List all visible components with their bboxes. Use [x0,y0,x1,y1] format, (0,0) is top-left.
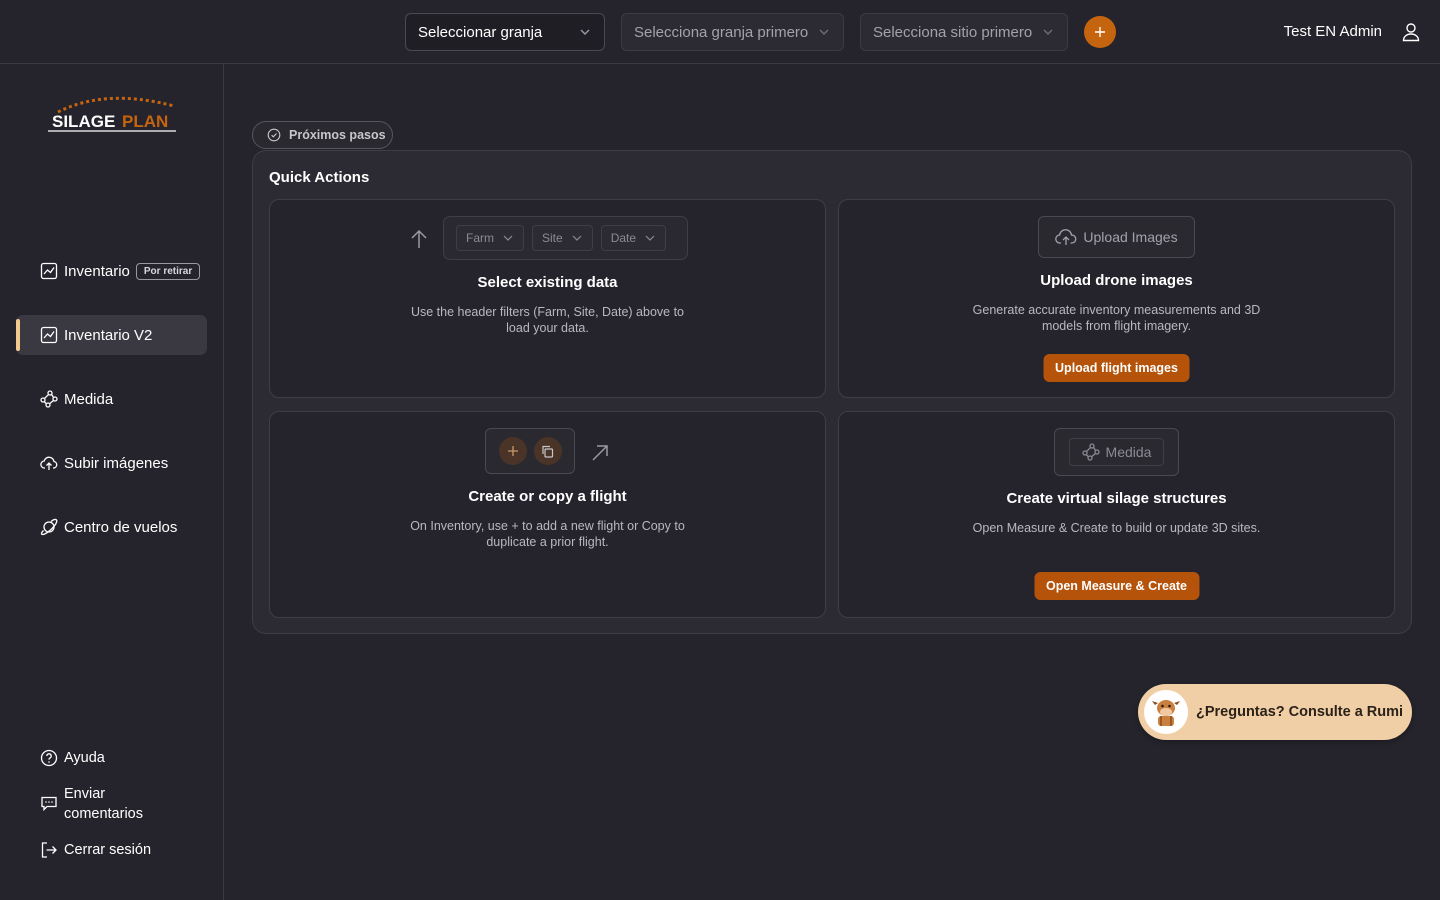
sidebar-item-inventario[interactable]: Inventario Por retirar [16,251,207,291]
logo-text-silage: SILAGE [52,112,115,131]
chart-icon [40,262,58,280]
user-icon[interactable] [1400,21,1422,43]
chevron-down-icon [503,235,513,241]
sidebar-item-subir-imagenes[interactable]: Subir imágenes [16,443,207,483]
chevron-down-icon [819,29,829,35]
copy-icon [542,445,554,458]
next-steps-label: Próximos pasos [289,128,386,142]
logout-link[interactable]: Cerrar sesión [40,840,151,860]
plus-icon [1095,27,1105,37]
open-measure-create-button[interactable]: Open Measure & Create [1033,572,1200,600]
rumi-label: ¿Preguntas? Consulte a Rumi [1196,704,1404,720]
filter-preview: Farm Site Date [443,216,688,260]
next-steps-pill[interactable]: Próximos pasos [252,121,393,149]
feedback-link[interactable]: Enviar comentarios [40,784,150,824]
cow-mascot-icon [1152,700,1180,726]
cloud-upload-icon [1055,229,1077,245]
chevron-down-icon [572,235,582,241]
card-title: Upload drone images [1040,272,1193,289]
farm-select[interactable]: Seleccionar granja [405,13,605,51]
plus-icon [507,446,518,456]
site-filter-preview: Site [532,225,593,251]
logout-icon [41,842,57,858]
farm-select-label: Seleccionar granja [418,23,543,41]
measure-preview-label: Medida [1105,444,1152,460]
upload-images-preview: Upload Images [1038,216,1195,258]
card-description: Generate accurate inventory measurements… [972,303,1261,333]
sidebar-item-centro-de-vuelos[interactable]: Centro de vuelos [16,507,207,547]
logout-label: Cerrar sesión [64,842,152,858]
measure-icon [1081,443,1100,461]
date-filter-label: Date [610,231,637,245]
card-description: On Inventory, use + to add a new flight … [410,519,685,549]
chart-icon [40,326,58,344]
sidebar: SILAGE PLAN Inventario Por retirar Inven… [0,64,224,900]
card-title: Create or copy a flight [468,488,627,505]
flight-card: Create or copy a flight On Inventory, us… [269,411,826,618]
chevron-down-icon [1043,29,1053,35]
site-select[interactable]: Selecciona granja primero [621,13,844,51]
sidebar-item-label: Centro de vuelos [64,518,178,536]
flight-actions-preview [485,428,575,474]
select-data-card: Farm Site Date Select existing data Use … [269,199,826,398]
chevron-down-icon [645,235,655,241]
site-select-label: Selecciona granja primero [634,23,809,41]
date-filter-preview: Date [600,225,667,251]
rumi-avatar [1144,690,1188,734]
sidebar-item-label: Inventario V2 [64,326,153,344]
upload-card: Upload Images Upload drone images Genera… [838,199,1395,398]
arrow-up-icon [411,229,427,248]
measure-card: Medida Create virtual silage structures … [838,411,1395,618]
measure-preview: Medida [1054,428,1179,476]
help-icon [40,749,58,767]
measure-icon [40,390,58,408]
user-name[interactable]: Test EN Admin [1284,23,1382,40]
card-description: Use the header filters (Farm, Site, Date… [410,305,685,335]
sidebar-item-label: Inventario [64,262,130,280]
add-flight-button[interactable] [1084,16,1116,48]
date-select[interactable]: Selecciona sitio primero [860,13,1068,51]
card-description: Open Measure & Create to build or update… [972,521,1261,535]
rumi-assistant-button[interactable]: ¿Preguntas? Consulte a Rumi [1138,684,1412,740]
check-circle-icon [267,128,281,142]
sidebar-item-inventario-v2[interactable]: Inventario V2 [16,315,207,355]
top-bar: Seleccionar granja Selecciona granja pri… [0,0,1440,64]
help-label: Ayuda [64,750,105,766]
copy-flight-preview [533,437,562,465]
site-filter-label: Site [542,231,563,245]
deprecated-badge: Por retirar [135,262,201,280]
feedback-label: Enviar comentarios [64,786,143,822]
help-link[interactable]: Ayuda [40,748,105,768]
arrow-up-right-icon [592,445,608,461]
farm-filter-label: Farm [466,231,494,245]
sidebar-item-label: Subir imágenes [64,454,169,472]
silageplan-logo[interactable]: SILAGE PLAN [46,94,180,134]
sidebar-item-medida[interactable]: Medida [16,379,207,419]
sidebar-item-label: Medida [64,390,114,408]
card-title: Select existing data [477,274,618,291]
upload-images-label: Upload Images [1083,229,1178,245]
upload-flight-images-button[interactable]: Upload flight images [1043,354,1190,382]
add-flight-preview [498,437,527,465]
planet-icon [40,518,58,536]
quick-actions-title: Quick Actions [269,169,370,186]
message-icon [41,796,57,812]
measure-preview-inner: Medida [1068,438,1165,466]
chevron-down-icon [580,29,590,35]
card-title: Create virtual silage structures [1006,490,1227,507]
farm-filter-preview: Farm [456,225,524,251]
date-select-label: Selecciona sitio primero [873,23,1033,41]
cloud-upload-icon [40,456,58,470]
quick-actions-panel: Quick Actions Farm Site Date Select exis… [252,150,1412,634]
logo-text-plan: PLAN [122,112,168,131]
